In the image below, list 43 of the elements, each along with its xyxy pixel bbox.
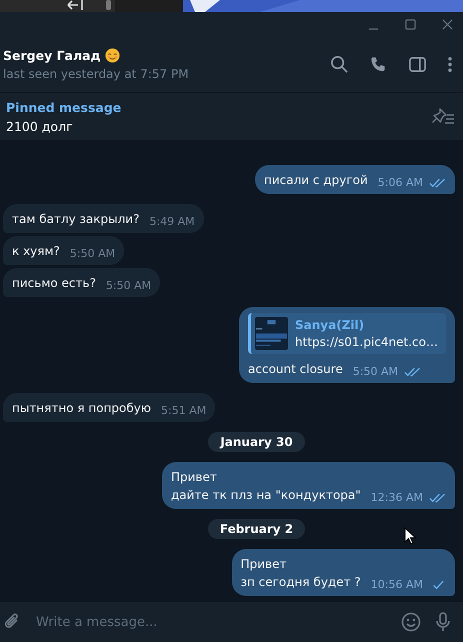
last-seen-status: last seen yesterday at 7:57 PM [3, 67, 189, 81]
more-options-icon[interactable] [447, 55, 453, 74]
date-separator: January 30 [208, 432, 305, 452]
pinned-text: 2100 долг [6, 118, 74, 134]
message-text: Привет зп сегодня будет ? [240, 556, 361, 591]
message-time: 5:50 AM [352, 365, 398, 378]
search-icon[interactable] [330, 55, 349, 74]
message-time: 5:49 AM [149, 215, 195, 228]
message-time: 5:06 AM [378, 176, 423, 189]
message-bubble[interactable]: Привет дайте тк плз на "кондуктора" 12:36 AM [162, 462, 455, 509]
message-text: пытнятно я попробую [12, 400, 151, 417]
message-bubble[interactable]: к хуям? 5:50 AM [3, 236, 124, 265]
message-text: к хуям? [12, 243, 60, 260]
message-text: Привет дайте тк плз на "кондуктора" [170, 469, 361, 504]
message-bubble[interactable]: писали с другой 5:06 AM [255, 165, 455, 194]
sidebar-toggle-icon[interactable] [408, 55, 427, 74]
mouse-pointer-icon [404, 527, 416, 545]
link-title: Sanya(Zil) [295, 318, 366, 332]
link-preview[interactable]: Sanya(Zil) https://s01.pic4net.co… [248, 313, 446, 354]
microphone-icon[interactable] [433, 612, 453, 632]
message-time: 5:51 AM [161, 404, 206, 417]
message-text: там батлу закрыли? [12, 211, 140, 228]
maximize-icon[interactable] [405, 19, 416, 30]
message-text: account closure [248, 361, 343, 378]
message-text: писали с другой [264, 172, 368, 189]
date-separator: February 2 [208, 519, 306, 539]
link-url: https://s01.pic4net.co… [295, 335, 438, 349]
message-time: 5:50 AM [70, 247, 116, 260]
emoji-icon[interactable] [401, 612, 421, 632]
pinned-label: Pinned message [6, 100, 122, 114]
message-bubble[interactable]: Привет зп сегодня будет ? 10:56 AM [232, 549, 455, 596]
pin-list-icon[interactable] [431, 106, 455, 126]
message-bubble[interactable]: письмо есть? 5:50 AM [3, 268, 160, 297]
message-time: 5:50 AM [106, 279, 152, 292]
message-text: письмо есть? [12, 275, 96, 292]
close-icon[interactable] [442, 19, 453, 30]
contact-name: Sergey Галад [3, 48, 101, 63]
message-bubble[interactable]: там батлу закрыли? 5:49 AM [3, 204, 204, 233]
message-time: 12:36 AM [370, 491, 423, 504]
message-time: 10:56 AM [370, 578, 423, 591]
message-bubble[interactable]: пытнятно я попробую 5:51 AM [3, 393, 216, 422]
message-bubble[interactable]: Sanya(Zil) https://s01.pic4net.co… account closure 5:50 AM [239, 307, 455, 383]
smiling-face-icon [104, 48, 120, 63]
